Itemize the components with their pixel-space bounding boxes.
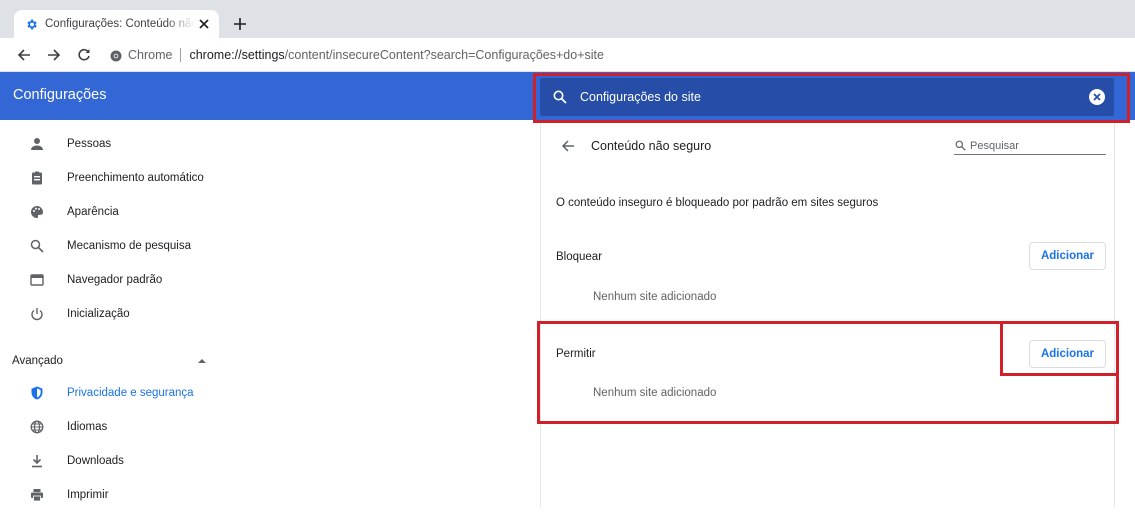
sidebar-item-label: Aparência [67,206,119,218]
sidebar-item-label: Inicialização [67,308,130,320]
search-icon [29,238,45,254]
close-tab-icon[interactable] [197,17,211,31]
sidebar-item-privacidade-e-seguranca[interactable]: Privacidade e segurança [0,376,540,410]
page-title: Configurações [13,87,107,103]
download-icon [29,453,45,469]
globe-icon [29,419,45,435]
sidebar-item-inicializacao[interactable]: Inicialização [0,297,540,331]
new-tab-plus-icon[interactable] [230,14,250,34]
url-host: chrome://settings [189,48,285,62]
allow-empty-text: Nenhum site adicionado [593,387,717,399]
power-icon [29,306,45,322]
palette-icon [29,204,45,220]
advanced-toggle[interactable]: Avançado [0,344,540,378]
sidebar-item-idiomas[interactable]: Idiomas [0,410,540,444]
tab-title: Configurações: Conteúdo não seguro [45,18,195,30]
settings-sidebar: Pessoas Preenchimento automático Aparênc… [0,120,540,507]
sidebar-item-pessoas[interactable]: Pessoas [0,127,540,161]
sidebar-item-label: Imprimir [67,489,109,501]
search-placeholder: Pesquisar [970,139,1019,152]
caret-up-icon [197,356,207,366]
block-empty-text: Nenhum site adicionado [593,291,717,303]
description-text: O conteúdo inseguro é bloqueado por padr… [556,197,879,209]
browser-toolbar: Chrome chrome://settings/content/insecur… [0,38,1135,72]
sidebar-item-label: Idiomas [67,421,108,433]
sidebar-item-label: Navegador padrão [67,274,163,286]
clipboard-icon [29,170,45,186]
content-title: Conteúdo não seguro [591,139,712,153]
url-text: chrome://settings/content/insecureConten… [189,48,604,62]
printer-icon [29,487,45,503]
tab-strip: Configurações: Conteúdo não seguro [0,0,1135,38]
block-section-label: Bloquear [556,251,603,263]
clear-search-icon[interactable] [1089,89,1105,105]
sidebar-item-downloads[interactable]: Downloads [0,444,540,478]
shield-icon [29,385,45,401]
sidebar-item-label: Privacidade e segurança [67,387,194,399]
chrome-logo-icon [110,49,122,62]
back-arrow-icon[interactable] [14,45,34,65]
sidebar-item-aparencia[interactable]: Aparência [0,195,540,229]
add-allowed-site-button[interactable]: Adicionar [1029,340,1106,368]
search-icon [552,89,568,105]
add-blocked-site-button[interactable]: Adicionar [1029,242,1106,270]
sidebar-item-navegador-padrao[interactable]: Navegador padrão [0,263,540,297]
sidebar-item-preenchimento-automatico[interactable]: Preenchimento automático [0,161,540,195]
advanced-label: Avançado [12,355,63,367]
browser-tab[interactable]: Configurações: Conteúdo não seguro [14,10,219,38]
sidebar-item-mecanismo-de-pesquisa[interactable]: Mecanismo de pesquisa [0,229,540,263]
url-path: /content/insecureContent?search=Configur… [284,48,604,62]
sidebar-item-label: Downloads [67,455,124,467]
search-icon [954,140,966,152]
settings-gear-icon [24,17,38,31]
browser-window-icon [29,272,45,288]
back-arrow-icon[interactable] [559,137,577,155]
settings-search-value: Configurações do site [580,90,701,104]
settings-search-field[interactable]: Configurações do site [540,78,1114,116]
forward-arrow-icon[interactable] [44,45,64,65]
sidebar-item-label: Pessoas [67,138,112,150]
site-chip: Chrome [128,48,173,62]
reload-icon[interactable] [74,45,94,65]
sidebar-item-label: Preenchimento automático [67,172,204,184]
search-input[interactable]: Pesquisar [954,137,1106,155]
sidebar-item-label: Mecanismo de pesquisa [67,240,192,252]
allow-section-label: Permitir [556,348,596,360]
person-icon [29,136,45,152]
address-separator [180,48,182,62]
address-bar[interactable]: Chrome chrome://settings/content/insecur… [110,43,1110,67]
content-panel: Conteúdo não seguro Pesquisar O conteúdo… [540,120,1115,507]
